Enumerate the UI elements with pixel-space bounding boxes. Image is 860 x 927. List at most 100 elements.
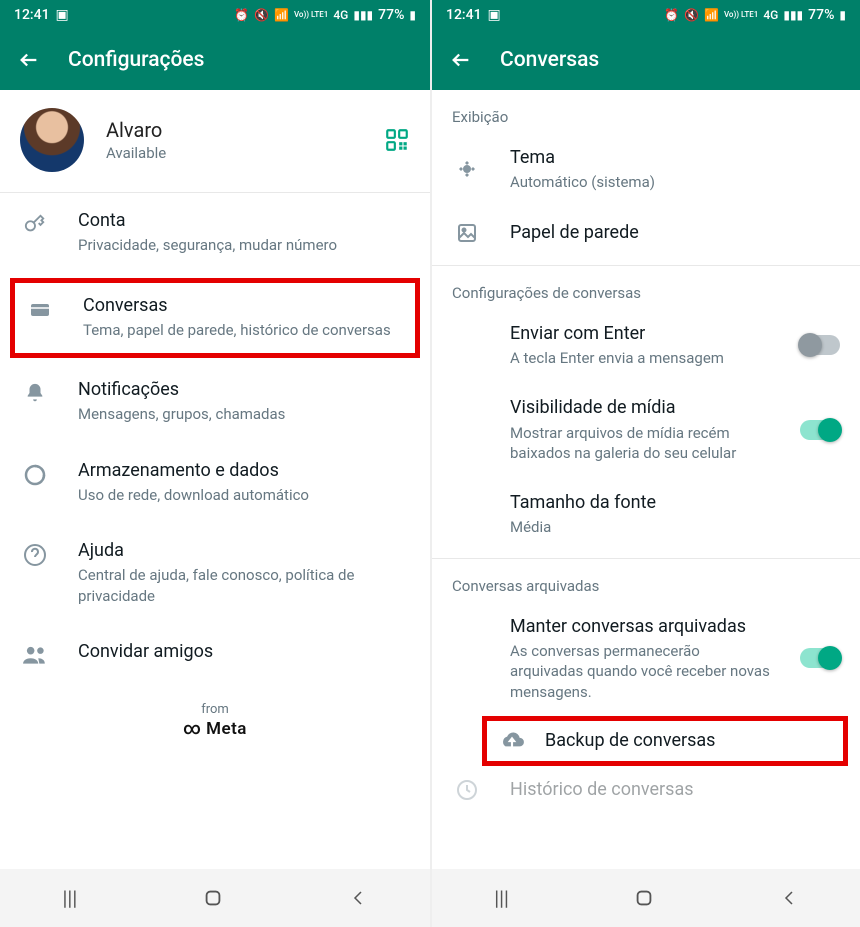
wallpaper-icon (452, 221, 482, 245)
enter-title: Enviar com Enter (510, 322, 772, 346)
header-title: Configurações (68, 48, 204, 72)
meta-logo-icon: ∞ (183, 719, 201, 739)
storage-sub: Uso de rede, download automático (78, 485, 410, 505)
network-icon: 4G (763, 8, 778, 22)
settings-list: Conta Privacidade, segurança, mudar núme… (0, 193, 430, 869)
mute-icon: 🔇 (684, 8, 699, 22)
notif-sub: Mensagens, grupos, chamadas (78, 404, 410, 424)
chats-title: Conversas (83, 294, 405, 318)
chat-icon (25, 294, 55, 322)
android-navbar: ||| (0, 869, 430, 927)
battery-icon: ▮ (409, 8, 416, 22)
header: Configurações (0, 30, 430, 90)
screenshot-icon: ▣ (56, 7, 69, 23)
battery-percent: 77% (378, 7, 404, 23)
settings-item-storage[interactable]: Armazenamento e dados Uso de rede, downl… (0, 443, 430, 524)
nav-back-button[interactable] (349, 889, 367, 907)
bell-icon (20, 378, 50, 404)
status-time: 12:41 (14, 7, 50, 23)
font-title: Tamanho da fonte (510, 491, 840, 515)
keep-archived-title: Manter conversas arquivadas (510, 615, 772, 639)
brand-meta: ∞ Meta (0, 719, 430, 739)
battery-icon: ▮ (839, 8, 846, 22)
profile-name: Alvaro (106, 118, 384, 142)
account-sub: Privacidade, segurança, mudar número (78, 235, 410, 255)
chats-list: Exibição Tema Automático (sistema) Papel… (432, 90, 860, 869)
settings-item-chats[interactable]: Conversas Tema, papel de parede, históri… (10, 278, 420, 359)
chat-backup-item[interactable]: Backup de conversas (482, 716, 848, 766)
key-icon (20, 209, 50, 235)
brand-area: from ∞ Meta (0, 702, 430, 739)
settings-item-account[interactable]: Conta Privacidade, segurança, mudar núme… (0, 193, 430, 274)
alarm-icon: ⏰ (234, 8, 249, 22)
wallpaper-title: Papel de parede (510, 221, 840, 245)
invite-title: Convidar amigos (78, 640, 410, 664)
avatar (20, 108, 84, 172)
keep-archived-sub: As conversas permanecerão arquivadas qua… (510, 641, 772, 702)
people-icon (20, 640, 50, 666)
nav-recent-button[interactable]: ||| (63, 886, 78, 910)
brand-from: from (0, 702, 430, 717)
section-archived: Conversas arquivadas (432, 559, 860, 601)
signal-icon: ▮▮▮ (353, 8, 373, 22)
profile-status: Available (106, 144, 384, 162)
alarm-icon: ⏰ (664, 8, 679, 22)
nav-back-button[interactable] (780, 889, 798, 907)
mute-icon: 🔇 (254, 8, 269, 22)
section-chat-settings: Configurações de conversas (432, 266, 860, 308)
notif-title: Notificações (78, 378, 410, 402)
media-sub: Mostrar arquivos de mídia recém baixados… (510, 423, 772, 464)
chat-history-item[interactable]: Histórico de conversas (432, 766, 860, 816)
status-time: 12:41 (446, 7, 482, 23)
cloud-upload-icon (497, 730, 527, 752)
media-toggle[interactable] (800, 420, 840, 440)
font-size-item[interactable]: Tamanho da fonte Média (432, 477, 860, 552)
settings-item-help[interactable]: Ajuda Central de ajuda, fale conosco, po… (0, 523, 430, 624)
status-bar: 12:41 ▣ ⏰ 🔇 📶 Vo)) LTE1 4G ▮▮▮ 77% ▮ (0, 0, 430, 30)
help-icon (20, 539, 50, 567)
media-visibility-item[interactable]: Visibilidade de mídia Mostrar arquivos d… (432, 382, 860, 477)
keep-archived-item[interactable]: Manter conversas arquivadas As conversas… (432, 601, 860, 716)
wifi-icon: 📶 (704, 8, 719, 22)
nav-recent-button[interactable]: ||| (494, 886, 509, 910)
media-title: Visibilidade de mídia (510, 396, 772, 420)
volte-icon: Vo)) LTE1 (294, 11, 328, 19)
account-title: Conta (78, 209, 410, 233)
theme-sub: Automático (sistema) (510, 172, 840, 192)
chats-sub: Tema, papel de parede, histórico de conv… (83, 320, 405, 340)
section-display: Exibição (432, 90, 860, 132)
status-bar: 12:41 ▣ ⏰ 🔇 📶 Vo)) LTE1 4G ▮▮▮ 77% ▮ (432, 0, 860, 30)
enter-sub: A tecla Enter envia a mensagem (510, 348, 772, 368)
backup-title: Backup de conversas (545, 729, 833, 753)
screenshot-icon: ▣ (488, 7, 501, 23)
chats-screen: 12:41 ▣ ⏰ 🔇 📶 Vo)) LTE1 4G ▮▮▮ 77% ▮ Con… (430, 0, 860, 927)
back-button[interactable] (450, 49, 472, 71)
header-title: Conversas (500, 48, 599, 72)
signal-icon: ▮▮▮ (783, 8, 803, 22)
nav-home-button[interactable] (633, 887, 655, 909)
volte-icon: Vo)) LTE1 (724, 11, 758, 19)
nav-home-button[interactable] (202, 887, 224, 909)
storage-title: Armazenamento e dados (78, 459, 410, 483)
battery-percent: 77% (808, 7, 834, 23)
enter-toggle[interactable] (800, 335, 840, 355)
android-navbar: ||| (432, 869, 860, 927)
theme-icon (452, 157, 482, 181)
help-sub: Central de ajuda, fale conosco, política… (78, 565, 410, 606)
wallpaper-item[interactable]: Papel de parede (432, 207, 860, 259)
history-icon (452, 778, 482, 802)
header: Conversas (432, 30, 860, 90)
back-button[interactable] (18, 49, 40, 71)
qr-code-icon[interactable] (384, 127, 410, 153)
settings-item-notifications[interactable]: Notificações Mensagens, grupos, chamadas (0, 362, 430, 443)
data-usage-icon (20, 459, 50, 487)
theme-item[interactable]: Tema Automático (sistema) (432, 132, 860, 207)
enter-send-item[interactable]: Enviar com Enter A tecla Enter envia a m… (432, 308, 860, 383)
help-title: Ajuda (78, 539, 410, 563)
network-icon: 4G (333, 8, 348, 22)
settings-item-invite[interactable]: Convidar amigos (0, 624, 430, 684)
history-title: Histórico de conversas (510, 778, 840, 802)
profile-row[interactable]: Alvaro Available (0, 90, 430, 193)
meta-text: Meta (206, 719, 247, 739)
keep-archived-toggle[interactable] (800, 648, 840, 668)
